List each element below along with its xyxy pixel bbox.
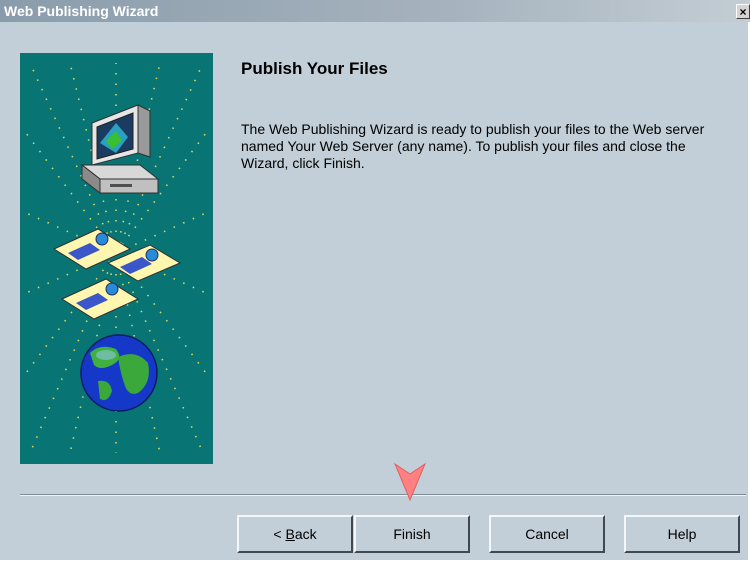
- arrow-pointer-icon: [393, 462, 427, 502]
- computer-icon: [80, 104, 160, 195]
- back-button[interactable]: < Back: [237, 515, 353, 553]
- illustration-art: [25, 62, 207, 454]
- back-label-mnemonic: B: [285, 526, 295, 542]
- page-title: Publish Your Files: [241, 59, 388, 78]
- title-bar[interactable]: Web Publishing Wizard ×: [0, 0, 750, 22]
- back-label-rest: ack: [294, 526, 317, 542]
- wizard-illustration: [20, 53, 213, 464]
- close-icon: ×: [739, 5, 747, 19]
- cancel-button[interactable]: Cancel: [489, 515, 605, 553]
- window-title: Web Publishing Wizard: [4, 3, 159, 19]
- close-button[interactable]: ×: [736, 4, 750, 19]
- help-button[interactable]: Help: [624, 515, 740, 553]
- button-separator: [20, 494, 746, 496]
- finish-button[interactable]: Finish: [354, 515, 470, 553]
- back-label-prefix: <: [273, 526, 286, 542]
- globe-icon: [80, 334, 158, 412]
- wizard-window: Web Publishing Wizard × Publish Your Fil…: [0, 0, 750, 560]
- document-icon: [52, 228, 182, 320]
- page-description: The Web Publishing Wizard is ready to pu…: [241, 121, 705, 171]
